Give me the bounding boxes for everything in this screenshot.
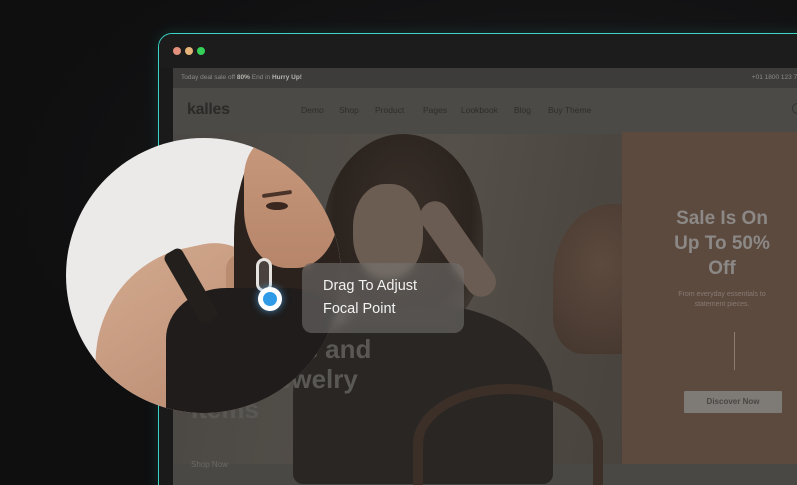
focal-zoom-preview bbox=[66, 138, 341, 413]
announcement-cta[interactable]: Hurry Up! bbox=[272, 74, 302, 81]
nav-item-product[interactable]: Product bbox=[375, 105, 404, 115]
tooltip-line: Drag To Adjust bbox=[323, 278, 418, 294]
site-logo[interactable]: kalles bbox=[187, 101, 230, 119]
nav-item-demo[interactable]: Demo bbox=[301, 105, 324, 115]
nav-item-blog[interactable]: Blog bbox=[514, 105, 531, 115]
promo-title-line: Up To 50% bbox=[674, 233, 770, 254]
promo-title-line: Sale Is On bbox=[676, 208, 768, 229]
promo-subtitle-line: From everyday essentials to bbox=[678, 291, 766, 298]
nav-item-shop[interactable]: Shop bbox=[339, 105, 359, 115]
promo-subtitle: From everyday essentials to statement pi… bbox=[622, 290, 797, 310]
announcement-text: Today deal sale off bbox=[181, 74, 236, 81]
announcement-highlight: 80% bbox=[236, 74, 250, 81]
stage: Today deal sale off 80% End in Hurry Up!… bbox=[0, 0, 797, 485]
maximize-window-button[interactable] bbox=[197, 47, 205, 55]
browser-titlebar bbox=[159, 34, 797, 68]
shop-now-link[interactable]: Shop Now bbox=[191, 460, 228, 469]
nav-item-lookbook[interactable]: Lookbook bbox=[461, 105, 498, 115]
minimize-window-button[interactable] bbox=[185, 47, 193, 55]
tooltip-line: Focal Point bbox=[323, 301, 396, 317]
nav-item-pages[interactable]: Pages bbox=[423, 105, 447, 115]
zoom-model-face bbox=[244, 138, 339, 268]
promo-subtitle-line: statement pieces. bbox=[694, 301, 750, 308]
promo-title-line: Off bbox=[708, 258, 736, 279]
nav-item-buy-theme[interactable]: Buy Theme bbox=[548, 105, 591, 115]
focal-point-dot bbox=[263, 292, 277, 306]
promo-divider bbox=[734, 332, 735, 370]
announcement-bar: Today deal sale off 80% End in Hurry Up!… bbox=[173, 68, 797, 88]
close-window-button[interactable] bbox=[173, 47, 181, 55]
promo-title: Sale Is On Up To 50% Off bbox=[622, 206, 797, 281]
discover-now-button[interactable]: Discover Now bbox=[684, 391, 782, 413]
site-navbar: kalles Demo Shop Product Pages Lookbook … bbox=[173, 88, 797, 134]
zoom-model-eye bbox=[266, 202, 288, 210]
focal-point-tooltip: Drag To Adjust Focal Point bbox=[302, 263, 464, 333]
focal-point-handle[interactable] bbox=[258, 287, 282, 311]
search-icon[interactable] bbox=[792, 103, 797, 114]
announcement-contact: +01 1800 123 7500 · kalles@ bbox=[751, 74, 797, 81]
announcement-countdown-label: End in bbox=[251, 74, 271, 81]
promo-panel: Sale Is On Up To 50% Off From everyday e… bbox=[622, 132, 797, 464]
